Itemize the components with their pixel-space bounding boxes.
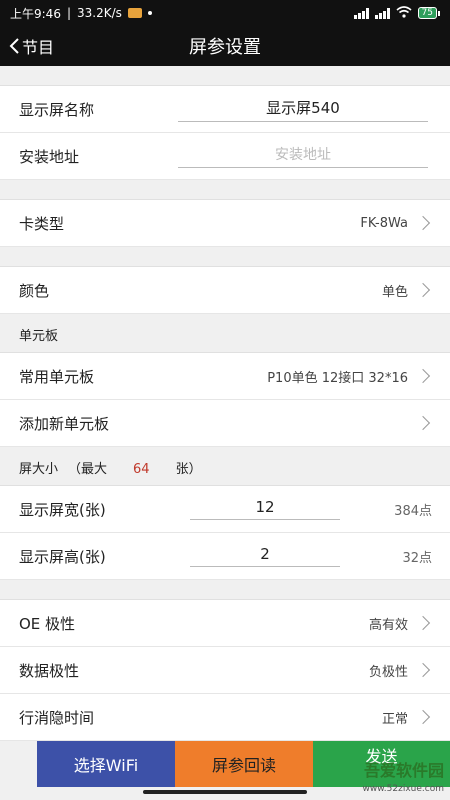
- data-polarity-label: 数据极性: [19, 661, 80, 680]
- card-type-label: 卡类型: [19, 214, 65, 233]
- chevron-right-icon: [415, 282, 431, 298]
- common-unit-board-label: 常用单元板: [19, 367, 95, 386]
- screen-name-input[interactable]: 显示屏540: [178, 97, 428, 122]
- chevron-right-icon: [415, 215, 431, 231]
- signal-icon: [353, 7, 369, 19]
- screen-width-input[interactable]: 12: [190, 498, 340, 520]
- data-polarity-row[interactable]: 数据极性 负极性: [0, 647, 450, 694]
- card-type-row[interactable]: 卡类型 FK-8Wa: [0, 200, 450, 247]
- wifi-icon: [396, 5, 412, 21]
- status-time: 上午9:46: [10, 6, 61, 21]
- row-blanking-value: 正常: [381, 711, 408, 727]
- screen-width-points: 384点: [394, 503, 432, 519]
- screen-height-row: 显示屏高(张) 2 32点: [0, 533, 450, 580]
- back-label: 节目: [22, 38, 55, 57]
- screen-size-section-title: 屏大小 （最大 64 张）: [0, 447, 450, 486]
- color-row[interactable]: 颜色 单色: [0, 267, 450, 314]
- read-back-button[interactable]: 屏参回读: [175, 741, 313, 787]
- screen-height-input[interactable]: 2: [190, 545, 340, 567]
- watermark-logo: 吾爱软件园 www.52zixue.com: [362, 761, 444, 795]
- common-unit-board-row[interactable]: 常用单元板 P10单色 12接口 32*16: [0, 353, 450, 400]
- screen-height-label: 显示屏高(张): [19, 547, 106, 566]
- unit-board-section-title: 单元板: [0, 314, 450, 353]
- signal-hd-icon: [374, 7, 390, 19]
- screen-name-row: 显示屏名称 显示屏540: [0, 86, 450, 133]
- row-blanking-label: 行消隐时间: [19, 708, 95, 727]
- chevron-right-icon: [415, 368, 431, 384]
- max-panels-value: 64: [133, 462, 150, 477]
- card-type-value: FK-8Wa: [360, 215, 408, 231]
- home-indicator[interactable]: [143, 790, 307, 794]
- dot-icon: [147, 11, 152, 15]
- color-value: 单色: [381, 284, 408, 300]
- chevron-right-icon: [415, 615, 431, 631]
- battery-icon: 75: [417, 7, 440, 19]
- battery-level: 75: [417, 7, 437, 19]
- oe-polarity-row[interactable]: OE 极性 高有效: [0, 600, 450, 647]
- status-network-speed: 33.2K/s: [77, 6, 122, 20]
- address-input[interactable]: 安装地址: [178, 144, 428, 168]
- oe-polarity-value: 高有效: [368, 617, 408, 633]
- screen-height-points: 32点: [402, 550, 432, 566]
- settings-list: 显示屏名称 显示屏540 安装地址 安装地址 卡类型 FK-8Wa 颜色 单色 …: [0, 66, 450, 741]
- page-title: 屏参设置: [189, 37, 261, 58]
- screen-name-label: 显示屏名称: [19, 100, 95, 119]
- chevron-right-icon: [415, 709, 431, 725]
- oe-polarity-label: OE 极性: [19, 614, 76, 633]
- add-unit-board-row[interactable]: 添加新单元板: [0, 400, 450, 447]
- row-blanking-row[interactable]: 行消隐时间 正常: [0, 694, 450, 741]
- back-button[interactable]: 节目: [8, 26, 54, 66]
- screen-width-label: 显示屏宽(张): [19, 500, 106, 519]
- add-unit-board-label: 添加新单元板: [19, 414, 110, 433]
- address-row: 安装地址 安装地址: [0, 133, 450, 180]
- select-wifi-button[interactable]: 选择WiFi: [37, 741, 175, 787]
- screen-width-row: 显示屏宽(张) 12 384点: [0, 486, 450, 533]
- chevron-left-icon: [9, 38, 19, 54]
- chevron-right-icon: [415, 662, 431, 678]
- status-bar: 上午9:46 | 33.2K/s 75: [0, 0, 450, 26]
- address-label: 安装地址: [19, 147, 80, 166]
- data-polarity-value: 负极性: [368, 664, 408, 680]
- common-unit-board-value: P10单色 12接口 32*16: [267, 370, 408, 386]
- color-label: 颜色: [19, 281, 50, 300]
- notification-icon: [127, 8, 142, 18]
- app-header: 节目 屏参设置: [0, 26, 450, 66]
- chevron-right-icon: [415, 415, 431, 431]
